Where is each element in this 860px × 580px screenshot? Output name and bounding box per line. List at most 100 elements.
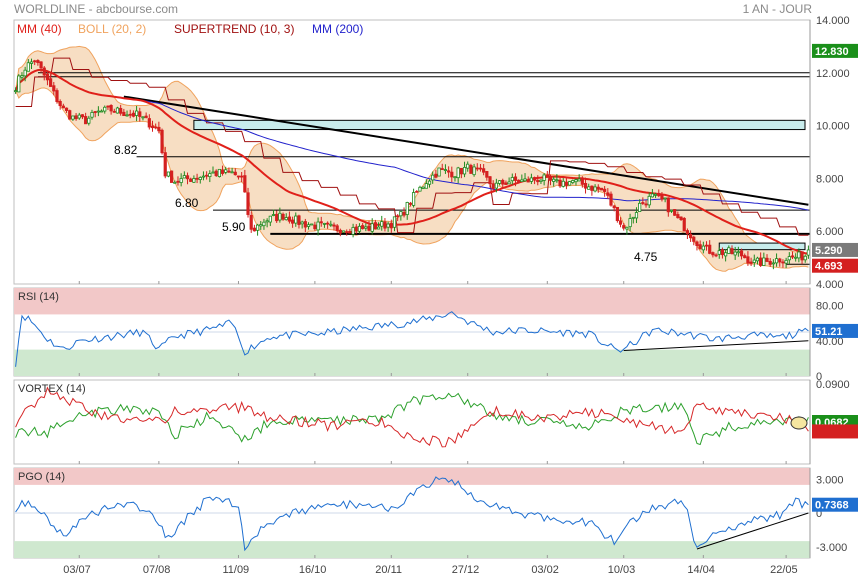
candle	[93, 111, 97, 114]
rsi-y-tick: 80.00	[816, 301, 844, 313]
candle	[447, 170, 451, 173]
candle	[109, 104, 113, 112]
candle	[386, 223, 390, 228]
candle	[781, 261, 785, 264]
x-tick-label: 27/12	[452, 564, 480, 576]
candle	[418, 186, 422, 192]
candle	[762, 257, 766, 266]
candle	[217, 168, 221, 177]
candle	[195, 177, 199, 180]
candle	[488, 176, 492, 185]
candle	[720, 249, 725, 256]
candle	[278, 212, 282, 221]
candle	[669, 209, 674, 212]
candle	[157, 126, 161, 132]
candle	[612, 205, 616, 209]
candle	[144, 115, 148, 118]
price-y-tick: 8.000	[816, 173, 844, 185]
candle	[297, 215, 301, 225]
candle	[472, 166, 476, 176]
rsi-overbought-zone	[14, 288, 810, 315]
candle	[440, 168, 444, 170]
candle	[708, 244, 712, 254]
legend-entry: MM (200)	[312, 22, 363, 36]
candle	[599, 187, 604, 191]
candle	[182, 175, 186, 179]
rsi-badge-label: 51.21	[815, 326, 843, 338]
candle	[806, 249, 811, 256]
candle	[402, 211, 406, 216]
candle	[564, 181, 569, 186]
candle	[615, 206, 619, 222]
candle	[303, 221, 307, 228]
candle	[494, 182, 498, 189]
candle	[482, 168, 486, 173]
candle	[682, 217, 686, 232]
candle	[736, 251, 740, 254]
candle	[755, 257, 760, 262]
candle	[478, 167, 483, 170]
candle	[717, 250, 721, 255]
candle	[294, 215, 298, 224]
candle	[622, 225, 626, 229]
candle	[752, 259, 756, 263]
candle	[523, 178, 527, 182]
candle	[230, 171, 234, 174]
candle	[574, 179, 578, 183]
candle	[596, 186, 600, 190]
candle	[265, 220, 269, 223]
candle	[39, 61, 43, 69]
candle	[392, 216, 397, 228]
candle	[351, 227, 355, 235]
candle	[676, 214, 680, 219]
candle	[771, 262, 775, 265]
candle	[689, 233, 693, 239]
candle	[743, 255, 747, 259]
candle	[749, 261, 753, 264]
candle	[727, 247, 731, 254]
candle	[122, 111, 126, 117]
candle	[64, 107, 69, 111]
candle	[316, 221, 320, 231]
candle	[290, 219, 295, 224]
price-y-tick: 4.000	[816, 279, 844, 291]
candle	[170, 170, 174, 183]
candle	[33, 60, 37, 63]
candle	[335, 225, 339, 232]
price-badge-label: 5.290	[815, 245, 843, 257]
candle	[80, 114, 85, 118]
candle	[427, 180, 432, 185]
candle	[55, 90, 59, 102]
candle	[396, 215, 400, 218]
candle	[87, 117, 91, 124]
candle	[77, 114, 81, 119]
candle	[373, 222, 377, 230]
candle	[631, 216, 635, 219]
candle	[138, 111, 142, 117]
candle	[271, 214, 276, 216]
candle	[644, 203, 648, 206]
candle	[252, 227, 256, 232]
candle	[125, 114, 129, 117]
candle	[466, 163, 470, 169]
x-tick-label: 10/03	[608, 564, 636, 576]
candle	[520, 179, 524, 183]
legend-entry: SUPERTREND (10, 3)	[174, 22, 294, 36]
candle	[800, 251, 804, 261]
candle	[281, 213, 285, 220]
candle	[475, 167, 479, 170]
candle	[255, 224, 260, 231]
candle	[558, 179, 562, 187]
candle	[74, 115, 78, 120]
pgo-badge-label: 0.7368	[815, 500, 849, 512]
candle	[322, 222, 327, 225]
candle	[529, 177, 534, 182]
candle	[268, 215, 272, 223]
candle	[453, 176, 457, 179]
candle	[660, 194, 664, 200]
candle	[653, 193, 658, 196]
candle	[513, 176, 518, 181]
candle	[701, 245, 705, 251]
candle	[227, 170, 231, 173]
candle	[501, 179, 505, 185]
